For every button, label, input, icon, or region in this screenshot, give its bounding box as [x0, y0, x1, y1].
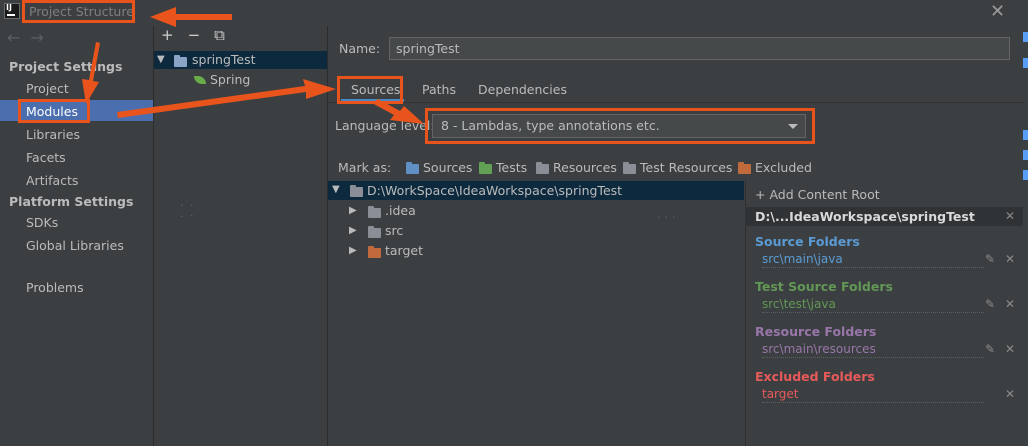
annotation-arrows: [82, 7, 424, 124]
annotation-arrow-title: [150, 7, 232, 27]
annotation-arrow-language: [372, 99, 424, 124]
annotation-arrow-modules: [82, 42, 100, 104]
annotation-arrow-sources: [117, 79, 336, 118]
